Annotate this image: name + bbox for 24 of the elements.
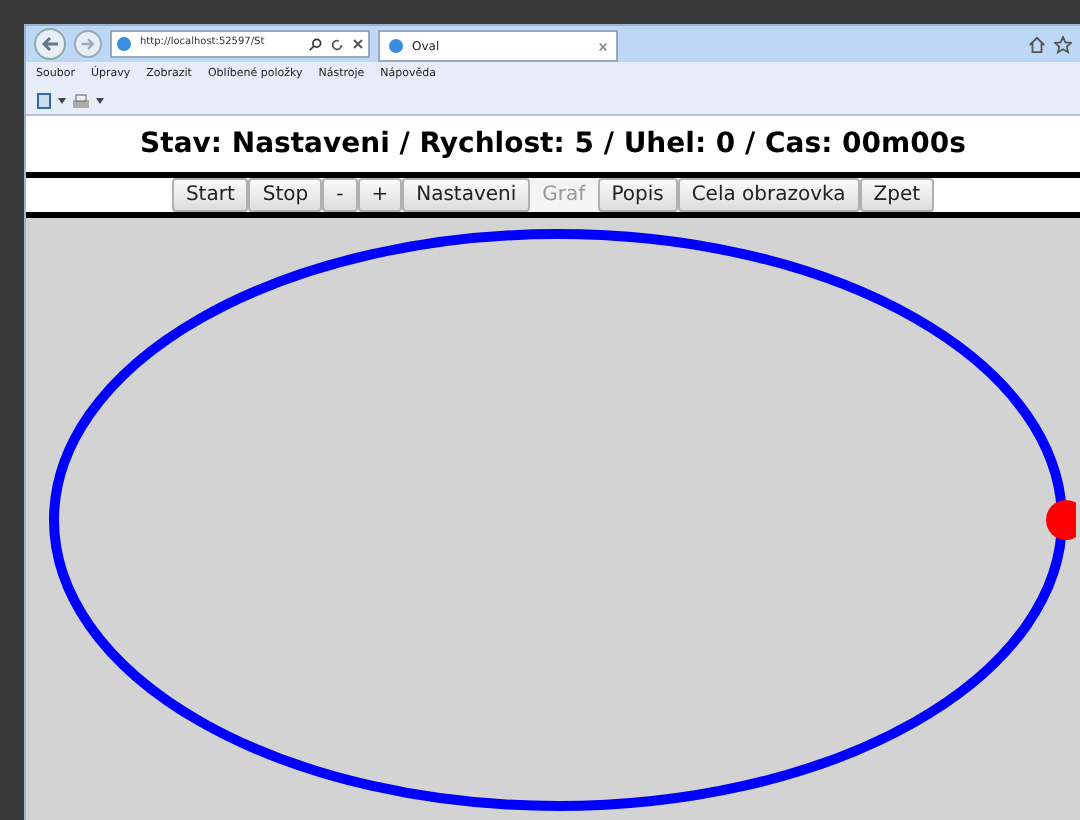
right-arrow-icon: [80, 36, 96, 52]
toolbar-button[interactable]: Cela obrazovka: [677, 178, 860, 212]
search-icon[interactable]: [308, 37, 322, 51]
caret-icon[interactable]: [96, 98, 104, 104]
star-icon[interactable]: [1054, 35, 1072, 53]
toolbar-button[interactable]: Nastaveni: [402, 178, 531, 212]
caret-icon[interactable]: [58, 98, 66, 104]
toolbar-button[interactable]: Zpet: [859, 178, 935, 212]
globe-icon: [116, 36, 132, 52]
refresh-icon[interactable]: [330, 37, 344, 51]
toolbar-button[interactable]: Start: [171, 178, 249, 212]
printer-icon[interactable]: [72, 93, 90, 109]
left-arrow-icon: [40, 36, 60, 52]
globe-icon: [388, 38, 404, 54]
toolbar-button[interactable]: +: [357, 178, 403, 212]
page-icon[interactable]: [36, 92, 52, 110]
toolbar-button[interactable]: Stop: [248, 178, 323, 212]
home-icon[interactable]: [1028, 35, 1046, 53]
toolbar-button[interactable]: -: [322, 178, 358, 212]
close-icon[interactable]: [598, 41, 608, 51]
back-button[interactable]: [34, 28, 66, 60]
close-icon[interactable]: [352, 38, 364, 50]
toolbar-button[interactable]: Popis: [597, 178, 678, 212]
status-text: Stav: Nastaveni / Rychlost: 5 / Uhel: 0 / Cas: 00m00s: [140, 125, 966, 163]
